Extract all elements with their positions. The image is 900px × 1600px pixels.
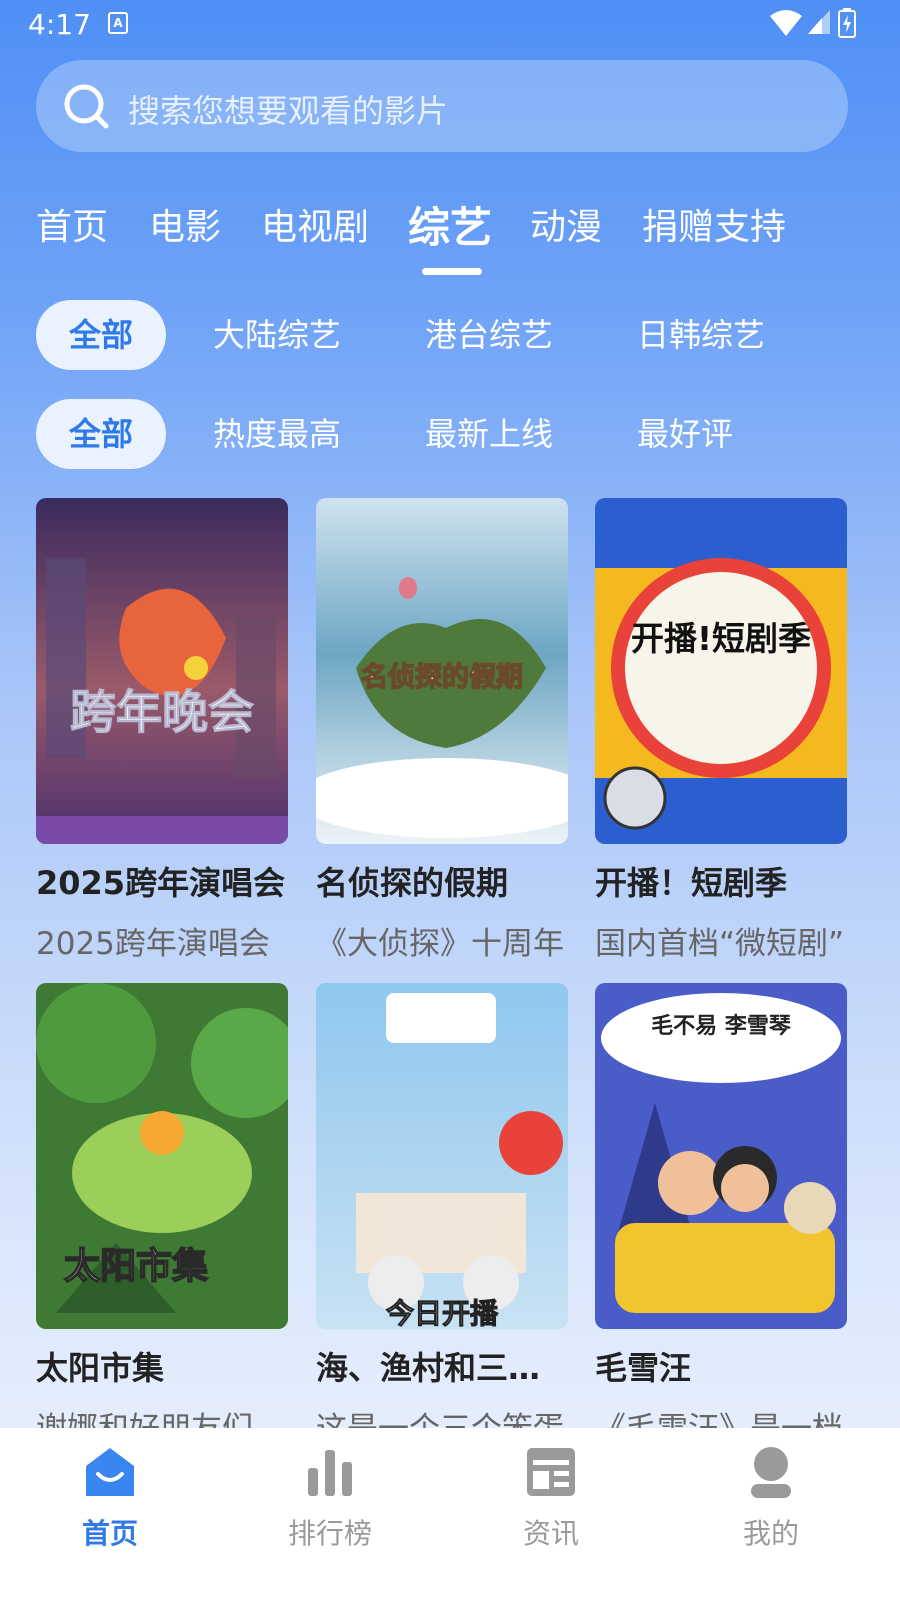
chart-icon: [308, 1450, 352, 1496]
show-poster[interactable]: 太阳市集: [36, 983, 288, 1329]
battery-icon: [838, 8, 856, 38]
show-card[interactable]: 跨年晚会 2025跨年演唱会 2025跨年演唱会: [36, 498, 288, 963]
nav-profile[interactable]: 我的: [711, 1444, 831, 1552]
status-time: 4:17: [28, 8, 91, 41]
tab-variety[interactable]: 综艺: [408, 194, 492, 255]
sort-filter-newest[interactable]: 最新上线: [425, 399, 553, 469]
sort-filter-all[interactable]: 全部: [36, 399, 166, 469]
show-poster[interactable]: 跨年晚会: [36, 498, 288, 844]
search-placeholder[interactable]: 搜索您想要观看的影片: [128, 86, 448, 132]
poster-text: 今日开播: [386, 1297, 499, 1329]
poster-text: 开播!短剧季: [631, 619, 811, 658]
wifi-icon: [770, 10, 802, 36]
show-description: 国内首档“微短剧”: [595, 926, 845, 962]
show-title[interactable]: 2025跨年演唱会: [36, 858, 288, 904]
status-bar: 4:17 A: [0, 0, 900, 48]
poster-text: 太阳市集: [64, 1246, 208, 1287]
show-title[interactable]: 名侦探的假期: [316, 858, 568, 904]
tab-movies[interactable]: 电影: [149, 198, 221, 250]
show-description: 2025跨年演唱会: [36, 926, 270, 962]
region-filter-hk-tw[interactable]: 港台综艺: [425, 300, 553, 370]
show-poster[interactable]: 毛不易 李雪琴: [595, 983, 847, 1329]
signal-icon: [808, 10, 830, 34]
nav-label: 排行榜: [287, 1517, 372, 1550]
region-filter-mainland[interactable]: 大陆综艺: [213, 300, 341, 370]
show-poster[interactable]: 名侦探的假期: [316, 498, 568, 844]
active-tab-indicator: [422, 268, 482, 275]
show-title[interactable]: 海、渔村和三个笨蛋: [316, 1343, 568, 1389]
show-card[interactable]: 开播!短剧季 开播！短剧季 国内首档“微短剧”: [595, 498, 847, 963]
home-icon: [86, 1448, 134, 1496]
nav-news[interactable]: 资讯: [491, 1444, 611, 1552]
sort-filter-hottest[interactable]: 热度最高: [213, 399, 341, 469]
show-poster[interactable]: 今日开播: [316, 983, 568, 1329]
show-card[interactable]: 今日开播 海、渔村和三个笨蛋 这是一个三个笨蛋: [316, 983, 568, 1448]
nav-ranking[interactable]: 排行榜: [270, 1444, 390, 1552]
search-bar[interactable]: 搜索您想要观看的影片: [36, 60, 848, 152]
profile-icon: [751, 1447, 791, 1498]
nav-label: 我的: [742, 1517, 799, 1550]
show-card[interactable]: 太阳市集 太阳市集 谢娜和好朋友们: [36, 983, 288, 1448]
tab-donate[interactable]: 捐赠支持: [642, 198, 786, 250]
show-description: 《大侦探》十周年: [316, 926, 564, 962]
show-card[interactable]: 毛不易 李雪琴 毛雪汪 《毛雪汪》是一档: [595, 983, 847, 1448]
search-icon: [64, 84, 109, 129]
poster-text: 跨年晚会: [70, 685, 254, 739]
tab-tv-series[interactable]: 电视剧: [261, 198, 369, 250]
news-icon: [527, 1448, 575, 1496]
tab-home[interactable]: 首页: [36, 198, 108, 250]
show-title[interactable]: 毛雪汪: [595, 1343, 847, 1389]
poster-text: 名侦探的假期: [361, 661, 523, 693]
nav-label: 资讯: [522, 1517, 579, 1550]
show-title[interactable]: 开播！短剧季: [595, 858, 847, 904]
show-card[interactable]: 名侦探的假期 名侦探的假期 《大侦探》十周年: [316, 498, 568, 963]
nav-label: 首页: [81, 1517, 138, 1550]
tab-anime[interactable]: 动漫: [530, 198, 602, 250]
region-filter-jp-kr[interactable]: 日韩综艺: [637, 300, 765, 370]
poster-text: 毛不易 李雪琴: [651, 1014, 792, 1039]
region-filter-all[interactable]: 全部: [36, 300, 166, 370]
show-poster[interactable]: 开播!短剧季: [595, 498, 847, 844]
notification-icon: A: [108, 12, 128, 34]
nav-home[interactable]: 首页: [50, 1444, 170, 1552]
sort-filter-top-rated[interactable]: 最好评: [637, 399, 733, 469]
show-title[interactable]: 太阳市集: [36, 1343, 288, 1389]
bottom-navigation: 首页 排行榜 资讯 我的: [0, 1428, 900, 1600]
